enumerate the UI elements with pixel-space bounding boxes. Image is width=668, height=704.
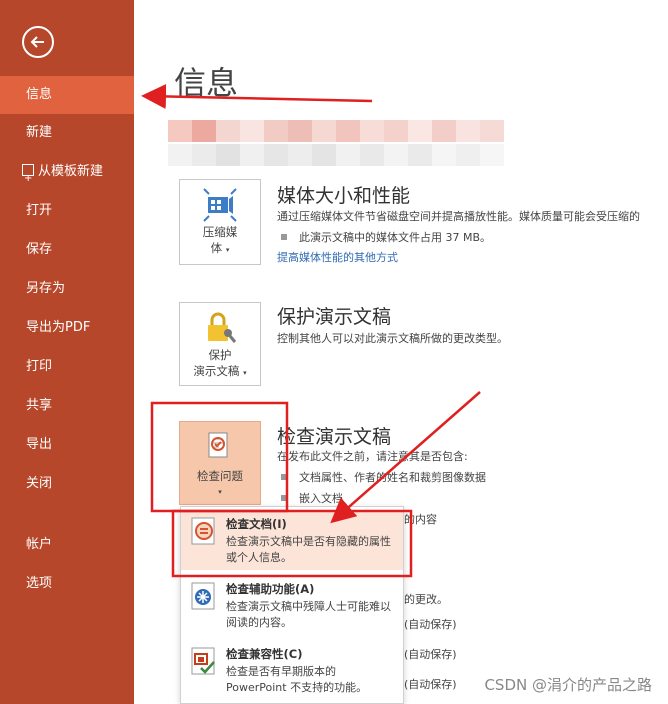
sidebar-item-label: 从模板新建 [38,164,104,179]
compatibility-icon [191,647,215,675]
protect-label-2: 演示文稿 ▾ [180,363,260,379]
autosave-version-2[interactable]: (自动保存) [404,646,457,662]
compress-media-button[interactable]: 压缩媒 体 ▾ [179,179,261,265]
sidebar-item-options[interactable]: 选项 [0,565,134,603]
backstage-sidebar: 信息 新建 从模板新建 打开 保存 另存为 导出为PDF 打印 共享 导出 关闭… [0,0,134,704]
menu-item-title: 检查辅助功能(A) [226,582,315,596]
sidebar-item-save[interactable]: 保存 [0,231,134,269]
inspect-bullet-embedded: 嵌入文档 [281,490,343,506]
media-size-bullet: 此演示文稿中的媒体文件占用 37 MB。 [281,229,491,245]
check-issues-label: 检查问题 [197,469,243,483]
protect-label-text: 演示文稿 [193,364,240,378]
sidebar-item-export[interactable]: 导出 [0,426,134,464]
menu-item-desc: 检查是否有早期版本的 PowerPoint 不支持的功能。 [226,665,368,694]
menu-item-desc: 检查演示文稿中是否有隐藏的属性或个人信息。 [226,535,391,564]
sidebar-item-export-pdf[interactable]: 导出为PDF [0,309,134,347]
menu-item-title: 检查兼容性(C) [226,647,303,661]
autosave-version-3[interactable]: (自动保存) [404,676,457,692]
sidebar-item-close[interactable]: 关闭 [0,465,134,503]
compress-media-label-1: 压缩媒 [202,225,238,239]
chevron-down-icon: ▾ [225,246,230,254]
menu-item-check-accessibility[interactable]: 检查辅助功能(A) 检查演示文稿中残障人士可能难以阅读的内容。 [181,575,403,635]
page-title: 信息 [174,64,239,102]
autosave-version-1[interactable]: (自动保存) [404,616,457,632]
chevron-down-icon: ▾ [243,369,247,377]
protect-section-desc: 控制其他人可以对此演示文稿所做的更改类型。 [277,332,508,345]
chevron-down-icon: ▾ [218,488,222,496]
blurred-file-path-2 [168,144,504,166]
sidebar-item-account[interactable]: 帐户 [0,526,134,564]
sidebar-item-new-from-template[interactable]: 从模板新建 [0,153,134,198]
sidebar-item-save-as[interactable]: 另存为 [0,270,134,308]
inspect-document-icon [208,432,228,458]
blurred-file-path [168,120,504,142]
lock-key-icon [208,312,237,343]
menu-item-title: 检查文档(I) [226,517,287,531]
inspect-bullet-properties: 文档属性、作者的姓名和裁剪图像数据 [281,469,486,485]
media-section-title: 媒体大小和性能 [277,185,411,207]
protect-presentation-button[interactable]: 保护 演示文稿 ▾ [179,302,261,386]
compress-media-label-2: 体 ▾ [180,240,260,256]
menu-item-desc: 检查演示文稿中残障人士可能难以阅读的内容。 [226,600,391,629]
sidebar-item-new[interactable]: 新建 [0,114,134,152]
sidebar-item-info[interactable]: 信息 [0,76,134,114]
inspect-section-title: 检查演示文稿 [277,426,392,448]
check-issues-button[interactable]: 检查问题 ▾ [179,421,261,505]
sidebar-item-share[interactable]: 共享 [0,387,134,425]
check-issues-menu: 检查文档(I) 检查演示文稿中是否有隐藏的属性或个人信息。 检查辅助功能(A) … [180,506,404,704]
menu-item-inspect-document[interactable]: 检查文档(I) 检查演示文稿中是否有隐藏的属性或个人信息。 [181,510,403,570]
media-section-desc: 通过压缩媒体文件节省磁盘空间并提高播放性能。媒体质量可能会受压缩的 [277,210,640,223]
history-changes-text: 的更改。 [404,593,448,606]
inspect-bullet-content: 的内容 [404,513,437,526]
inspect-document-icon [191,517,215,545]
inspect-section-desc: 在发布此文件之前，请注意其是否包含: [277,450,468,463]
sidebar-item-print[interactable]: 打印 [0,348,134,386]
watermark: CSDN @涓介的产品之路 [484,676,652,694]
protect-section-title: 保护演示文稿 [277,306,392,328]
compress-media-label-text: 体 [210,241,223,255]
new-from-template-icon [22,160,34,198]
sidebar-item-open[interactable]: 打开 [0,192,134,230]
protect-label-1: 保护 [208,348,232,362]
media-performance-link[interactable]: 提高媒体性能的其他方式 [277,249,398,265]
menu-item-check-compatibility[interactable]: 检查兼容性(C) 检查是否有早期版本的 PowerPoint 不支持的功能。 [181,640,403,700]
accessibility-icon [191,582,215,610]
back-arrow-icon[interactable] [22,26,54,58]
compress-media-icon [203,188,237,222]
